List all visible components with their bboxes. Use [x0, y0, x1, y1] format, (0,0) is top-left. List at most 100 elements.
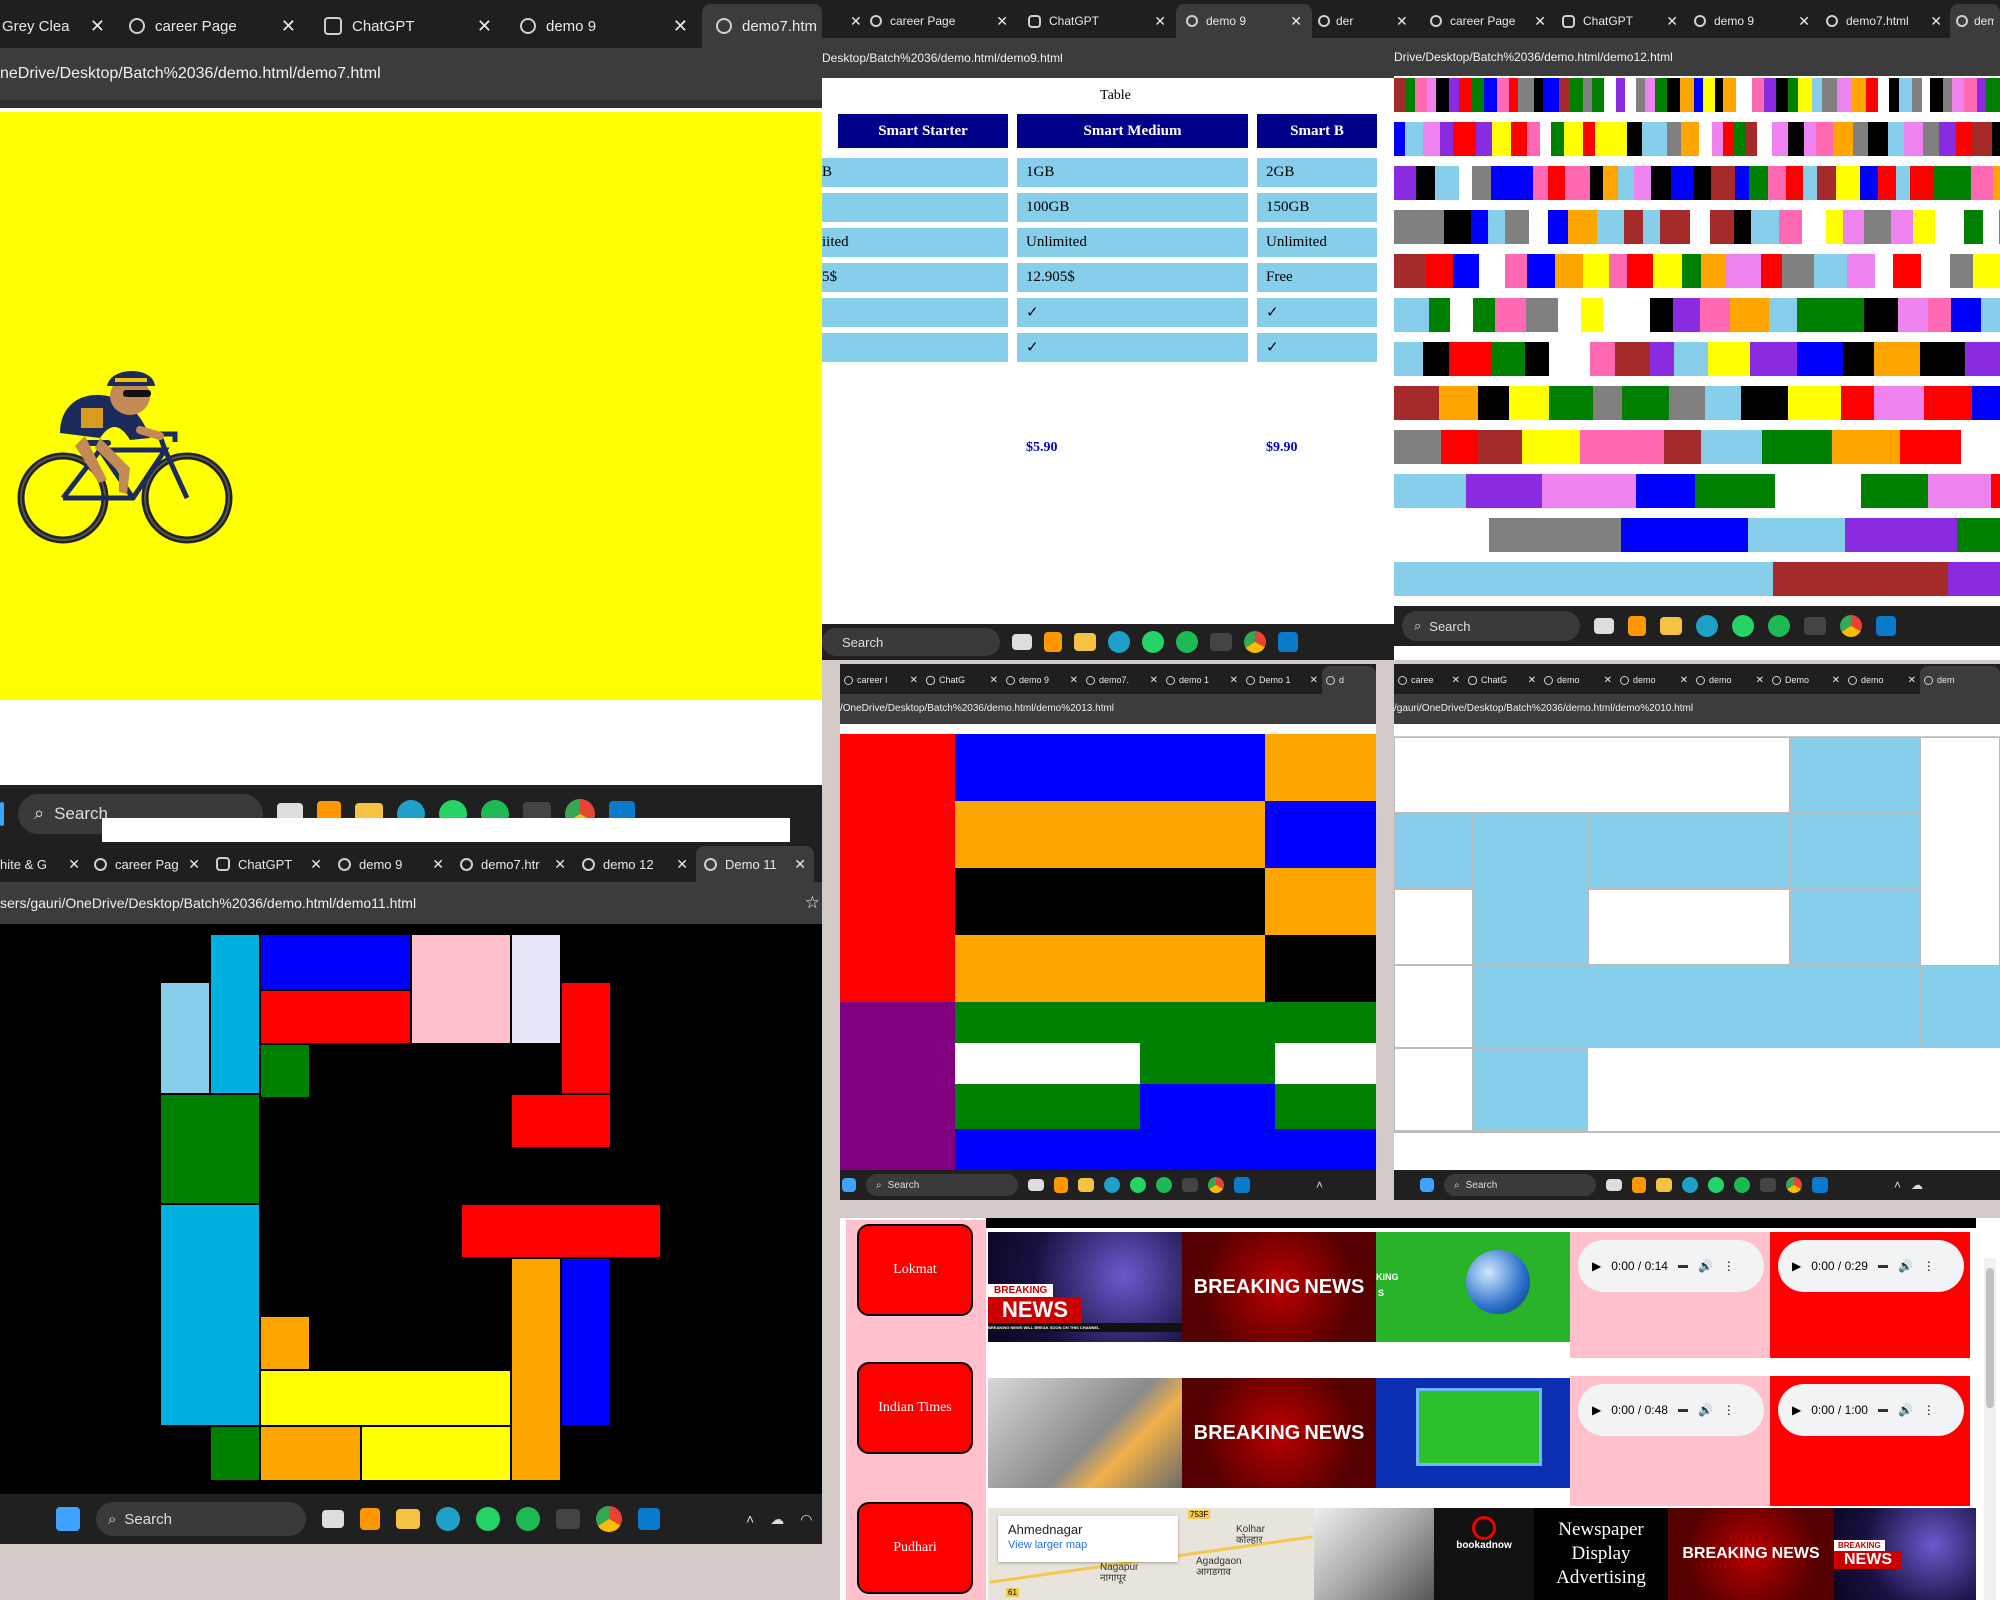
- close-icon[interactable]: ✕: [1290, 13, 1302, 30]
- tab-career[interactable]: caree ✕: [1394, 666, 1464, 694]
- spotify-icon[interactable]: [1156, 1177, 1172, 1193]
- tab-demo-c[interactable]: demo ✕: [1692, 666, 1768, 694]
- spotify-icon[interactable]: [1734, 1177, 1750, 1193]
- close-icon[interactable]: ✕: [188, 856, 200, 873]
- taskbar-search[interactable]: ⌕ Search: [1402, 611, 1580, 641]
- chevron-up-icon[interactable]: ˄: [1894, 1178, 1901, 1192]
- taskbar-search[interactable]: ⌕ Search: [1444, 1174, 1596, 1196]
- terminal-icon[interactable]: [1182, 1178, 1198, 1192]
- vscode-icon[interactable]: [1234, 1177, 1250, 1193]
- audio-player-2[interactable]: ▶ 0:00 / 0:29 🔊 ⋮: [1778, 1240, 1964, 1292]
- map-embed[interactable]: Ahmednagar View larger map Kolhar कोल्हा…: [988, 1508, 1314, 1600]
- whatsapp-icon[interactable]: [1708, 1177, 1724, 1193]
- terminal-icon[interactable]: [556, 1509, 580, 1529]
- task-view-icon[interactable]: [1606, 1179, 1622, 1191]
- close-icon[interactable]: ✕: [1798, 13, 1810, 30]
- close-icon[interactable]: ✕: [1452, 675, 1460, 686]
- close-icon[interactable]: ✕: [310, 856, 322, 873]
- tab-demo7[interactable]: demo7.html ✕: [1818, 4, 1950, 38]
- close-icon[interactable]: ✕: [1310, 675, 1318, 686]
- sublime-icon[interactable]: [1054, 1177, 1068, 1193]
- windows-icon[interactable]: [842, 1178, 856, 1192]
- address-bar[interactable]: Desktop/Batch%2036/demo.html/demo9.html: [822, 38, 1394, 78]
- progress-bar[interactable]: [1677, 1264, 1688, 1268]
- task-view-icon[interactable]: [1594, 618, 1614, 634]
- tab-career-page[interactable]: career Page ✕: [1422, 4, 1554, 38]
- terminal-icon[interactable]: [1804, 617, 1826, 635]
- more-icon[interactable]: ⋮: [1723, 1259, 1735, 1273]
- tab-demo12[interactable]: dem: [1950, 4, 2000, 38]
- tab-demo13[interactable]: d: [1322, 666, 1376, 694]
- close-icon[interactable]: ✕: [794, 856, 806, 873]
- chevron-up-icon[interactable]: ˄: [746, 1511, 754, 1527]
- tab-demo7[interactable]: demo7. ✕: [1082, 666, 1162, 694]
- edge-icon[interactable]: [1108, 631, 1130, 653]
- tab-demo-partial[interactable]: der: [1312, 4, 1372, 38]
- chrome-icon[interactable]: [1244, 631, 1266, 653]
- address-bar[interactable]: /OneDrive/Desktop/Batch%2036/demo.html/d…: [840, 694, 1376, 724]
- close-icon[interactable]: ✕: [90, 16, 105, 37]
- windows-icon[interactable]: [0, 801, 4, 826]
- folder-icon[interactable]: [1656, 1178, 1672, 1192]
- tab-demo9[interactable]: demo 9 ✕: [1002, 666, 1082, 694]
- folder-icon[interactable]: [396, 1509, 420, 1529]
- tab-demo-a[interactable]: demo ✕: [1540, 666, 1616, 694]
- audio-player-4[interactable]: ▶ 0:00 / 1:00 🔊 ⋮: [1778, 1384, 1964, 1436]
- tab-close-stub[interactable]: ✕: [1394, 4, 1422, 38]
- tab-demo9[interactable]: demo 9 ✕: [1686, 4, 1818, 38]
- edge-icon[interactable]: [436, 1507, 460, 1531]
- tab-demo-e[interactable]: demo ✕: [1844, 666, 1920, 694]
- play-icon[interactable]: ▶: [1592, 1259, 1601, 1273]
- tab-demo-d[interactable]: Demo ✕: [1768, 666, 1844, 694]
- chrome-icon[interactable]: [1208, 1177, 1224, 1193]
- close-icon[interactable]: ✕: [554, 856, 566, 873]
- close-icon[interactable]: ✕: [1666, 13, 1678, 30]
- close-icon[interactable]: ✕: [990, 675, 998, 686]
- tab-demo12[interactable]: demo 12 ✕: [574, 846, 696, 882]
- vscode-icon[interactable]: [1278, 632, 1298, 652]
- edge-icon[interactable]: [1104, 1177, 1120, 1193]
- task-view-icon[interactable]: [1028, 1179, 1044, 1191]
- tab-chatgpt[interactable]: ChatGPT ✕: [1018, 4, 1176, 38]
- address-bar[interactable]: Drive/Desktop/Batch%2036/demo.html/demo1…: [1394, 38, 2000, 76]
- chrome-icon[interactable]: [1840, 615, 1862, 637]
- chrome-icon[interactable]: [596, 1506, 622, 1532]
- sublime-icon[interactable]: [360, 1508, 380, 1530]
- close-icon[interactable]: ✕: [281, 16, 296, 37]
- close-icon[interactable]: ✕: [477, 16, 492, 37]
- whatsapp-icon[interactable]: [1732, 615, 1754, 637]
- play-icon[interactable]: ▶: [1592, 1403, 1601, 1417]
- audio-player-3[interactable]: ▶ 0:00 / 0:48 🔊 ⋮: [1578, 1384, 1764, 1436]
- spotify-icon[interactable]: [516, 1507, 540, 1531]
- audio-player-1[interactable]: ▶ 0:00 / 0:14 🔊 ⋮: [1578, 1240, 1764, 1292]
- play-icon[interactable]: ▶: [1792, 1403, 1801, 1417]
- vertical-scrollbar[interactable]: [1984, 1258, 1996, 1600]
- spotify-icon[interactable]: [1768, 615, 1790, 637]
- folder-icon[interactable]: [1660, 617, 1682, 635]
- close-icon[interactable]: ✕: [1396, 13, 1408, 30]
- close-icon[interactable]: ✕: [1680, 675, 1688, 686]
- tab-career-page[interactable]: career Page ✕: [860, 4, 1018, 38]
- progress-bar[interactable]: [1877, 1264, 1888, 1268]
- close-icon[interactable]: ✕: [910, 675, 918, 686]
- close-icon[interactable]: ✕: [432, 856, 444, 873]
- more-icon[interactable]: ⋮: [1723, 1403, 1735, 1417]
- channel-indian-times-button[interactable]: Indian Times: [857, 1362, 973, 1454]
- tab-demo9[interactable]: demo 9 ✕: [1176, 4, 1312, 38]
- play-icon[interactable]: ▶: [1792, 1259, 1801, 1273]
- tab-grey[interactable]: Grey Clea ✕: [0, 4, 115, 48]
- sublime-icon[interactable]: [1628, 616, 1646, 636]
- map-larger-link[interactable]: View larger map: [1008, 1539, 1168, 1551]
- windows-icon[interactable]: [56, 1507, 80, 1531]
- taskbar-search[interactable]: Search: [822, 628, 1000, 656]
- tab-demo7[interactable]: demo7.htr ✕: [452, 846, 574, 882]
- tab-demo9[interactable]: demo 9 ✕: [330, 846, 452, 882]
- tab-white[interactable]: hite & G ✕: [0, 846, 86, 882]
- taskbar-search[interactable]: ⌕ Search: [96, 1502, 306, 1536]
- channel-lokmat-button[interactable]: Lokmat: [857, 1224, 973, 1316]
- tab-career-page[interactable]: career Page ✕: [115, 4, 310, 48]
- vscode-icon[interactable]: [1812, 1177, 1828, 1193]
- whatsapp-icon[interactable]: [1142, 631, 1164, 653]
- sublime-icon[interactable]: [1632, 1177, 1646, 1193]
- terminal-icon[interactable]: [1760, 1178, 1776, 1192]
